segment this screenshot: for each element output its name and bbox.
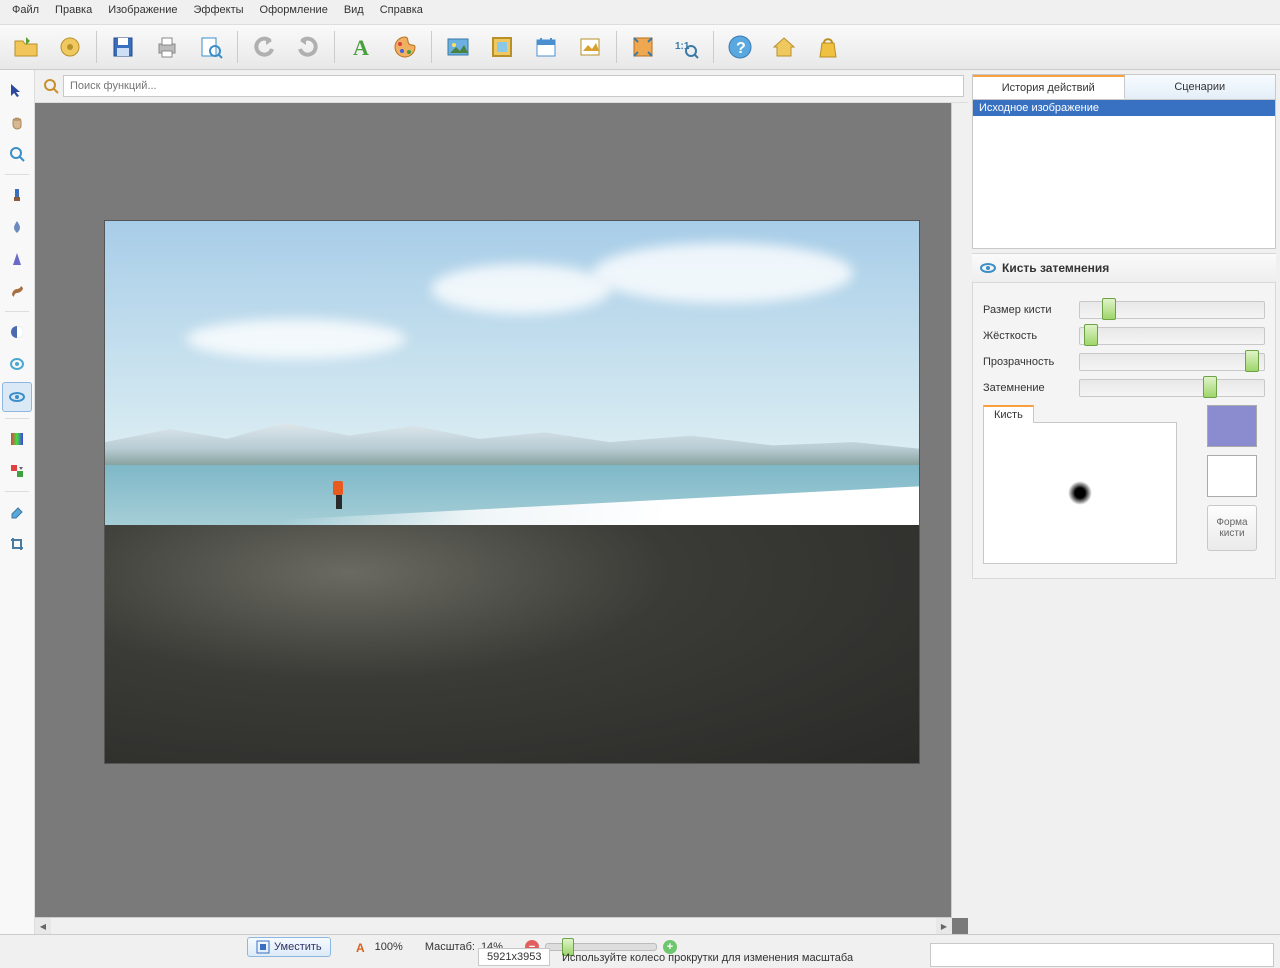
fit-screen-button[interactable]: Уместить — [247, 937, 331, 957]
status-input[interactable] — [930, 943, 1274, 967]
right-tabs: История действий Сценарии — [972, 74, 1276, 99]
smudge-tool[interactable] — [3, 277, 31, 305]
search-input[interactable] — [63, 75, 964, 97]
image-canvas[interactable] — [105, 221, 919, 763]
scroll-left-icon[interactable]: ◀ — [35, 918, 51, 934]
opacity-label: Прозрачность — [983, 356, 1079, 368]
text-a-icon: A — [355, 940, 369, 954]
menu-edit[interactable]: Правка — [47, 2, 100, 22]
frame-button[interactable] — [482, 29, 522, 65]
hardness-slider[interactable] — [1079, 327, 1265, 345]
right-panel: История действий Сценарии Исходное изобр… — [968, 70, 1280, 934]
dimensions-label: 5921x3953 — [478, 948, 550, 966]
gradient-tool[interactable] — [3, 425, 31, 453]
menu-file[interactable]: Файл — [4, 2, 47, 22]
vertical-scrollbar[interactable] — [951, 103, 968, 918]
menu-effects[interactable]: Эффекты — [186, 2, 252, 22]
hand-tool[interactable] — [3, 108, 31, 136]
darken-slider[interactable] — [1079, 379, 1265, 397]
shop-button[interactable] — [808, 29, 848, 65]
home-button[interactable] — [764, 29, 804, 65]
undo-button[interactable] — [244, 29, 284, 65]
svg-text:A: A — [353, 35, 369, 60]
tab-scripts[interactable]: Сценарии — [1125, 75, 1276, 99]
history-item[interactable]: Исходное изображение — [973, 100, 1275, 116]
burn-brush-icon — [980, 260, 996, 276]
pointer-tool[interactable] — [3, 76, 31, 104]
preview-button[interactable] — [191, 29, 231, 65]
zoom-100-label: 100% — [375, 941, 403, 953]
eraser-tool[interactable] — [3, 498, 31, 526]
burn-tool[interactable] — [2, 382, 32, 412]
palette-button[interactable] — [385, 29, 425, 65]
redo-button[interactable] — [288, 29, 328, 65]
hardness-label: Жёсткость — [983, 330, 1079, 342]
open-button[interactable] — [6, 29, 46, 65]
text-button[interactable]: A — [341, 29, 381, 65]
menu-view[interactable]: Вид — [336, 2, 372, 22]
svg-text:A: A — [356, 941, 365, 954]
print-button[interactable] — [147, 29, 187, 65]
tab-history[interactable]: История действий — [973, 75, 1125, 99]
menu-decor[interactable]: Оформление — [252, 2, 336, 22]
brush-preview — [983, 422, 1177, 564]
replace-color-tool[interactable] — [3, 457, 31, 485]
size-slider[interactable] — [1079, 301, 1265, 319]
main-toolbar: A 1:1 ? — [0, 25, 1280, 70]
hint-label: Используйте колесо прокрутки для изменен… — [562, 952, 853, 964]
crop-tool[interactable] — [3, 530, 31, 558]
picture-button[interactable] — [570, 29, 610, 65]
save-button[interactable] — [103, 29, 143, 65]
color-swatch-secondary[interactable] — [1207, 455, 1257, 497]
tool-sidebar — [0, 70, 35, 934]
zoom-tool[interactable] — [3, 140, 31, 168]
scale-label: Масштаб: — [425, 941, 475, 953]
search-icon — [39, 78, 63, 94]
image-button[interactable] — [438, 29, 478, 65]
brush-preview-tab[interactable]: Кисть — [983, 405, 1034, 423]
sharpen-tool[interactable] — [3, 245, 31, 273]
menubar: Файл Правка Изображение Эффекты Оформлен… — [0, 0, 1280, 25]
brush-panel-title: Кисть затемнения — [972, 253, 1276, 283]
size-label: Размер кисти — [983, 304, 1079, 316]
scroll-right-icon[interactable]: ▶ — [936, 918, 952, 934]
zoom-slider[interactable] — [545, 943, 657, 951]
panel-title-label: Кисть затемнения — [1002, 261, 1109, 275]
history-list[interactable]: Исходное изображение — [972, 99, 1276, 249]
sponge-tool[interactable] — [3, 350, 31, 378]
horizontal-scrollbar[interactable]: ◀ ▶ — [35, 917, 952, 934]
menu-help[interactable]: Справка — [372, 2, 431, 22]
opacity-slider[interactable] — [1079, 353, 1265, 371]
zoom-1-1-button[interactable]: 1:1 — [667, 29, 707, 65]
canvas-area[interactable]: ◀ ▶ — [35, 103, 968, 934]
fit-button[interactable] — [623, 29, 663, 65]
svg-text:?: ? — [736, 40, 746, 57]
batch-button[interactable] — [50, 29, 90, 65]
help-button[interactable]: ? — [720, 29, 760, 65]
search-row — [35, 70, 968, 103]
blur-tool[interactable] — [3, 213, 31, 241]
menu-image[interactable]: Изображение — [100, 2, 185, 22]
brush-panel: Размер кисти Жёсткость Прозрачность Зате… — [972, 283, 1276, 579]
calendar-button[interactable] — [526, 29, 566, 65]
dodge-tool[interactable] — [3, 318, 31, 346]
brush-tool[interactable] — [3, 181, 31, 209]
darken-label: Затемнение — [983, 382, 1079, 394]
brush-shape-button[interactable]: Форма кисти — [1207, 505, 1257, 551]
color-swatch-primary[interactable] — [1207, 405, 1257, 447]
